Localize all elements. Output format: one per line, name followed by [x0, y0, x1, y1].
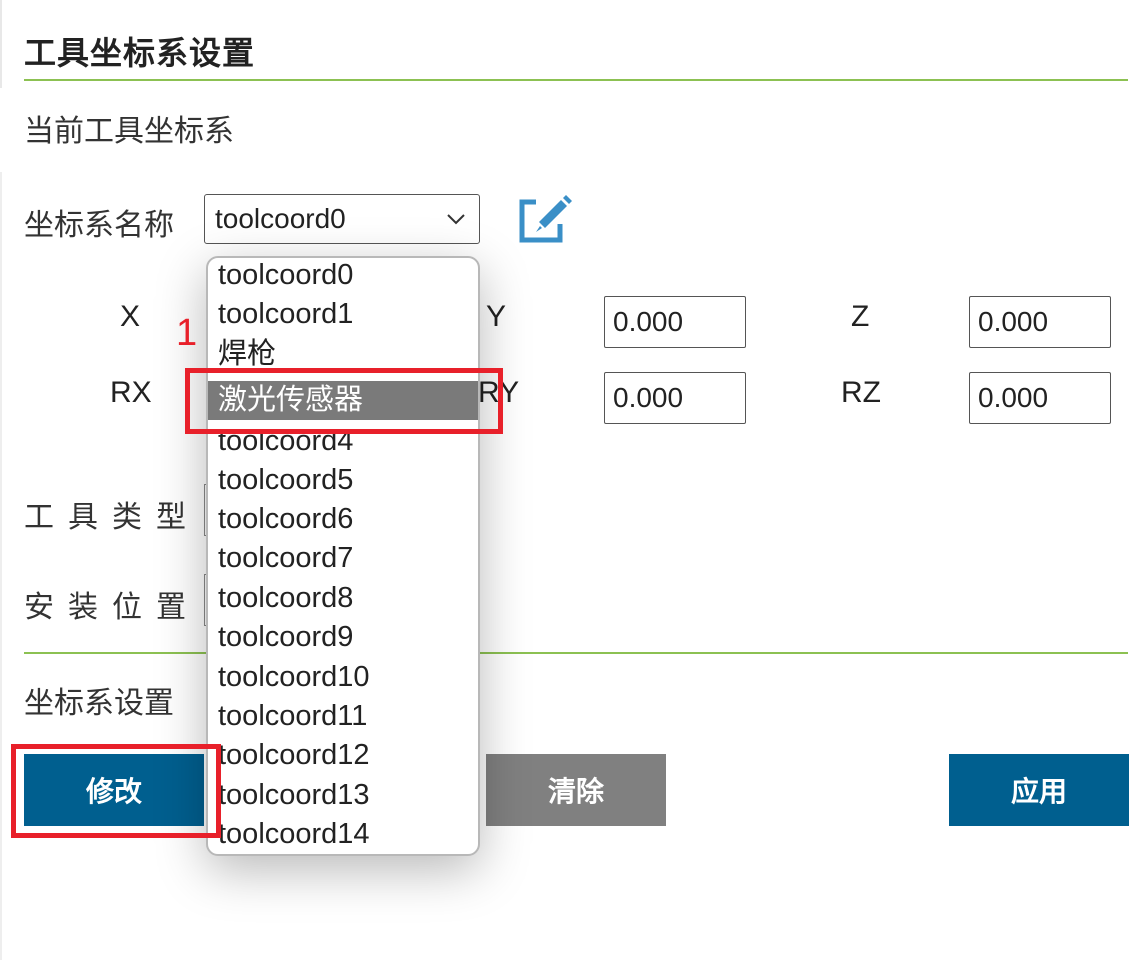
coord-name-dropdown-list: toolcoord0 toolcoord1 焊枪 激光传感器 toolcoord…	[206, 256, 480, 856]
rz-input[interactable]	[969, 372, 1111, 424]
dropdown-option[interactable]: toolcoord5	[208, 461, 478, 500]
annotation-step-number: 1	[176, 312, 198, 354]
dropdown-option[interactable]: toolcoord6	[208, 500, 478, 539]
dropdown-option[interactable]: toolcoord0	[208, 258, 478, 295]
tool-type-label: 工具类型	[24, 501, 200, 534]
dropdown-option[interactable]: toolcoord8	[208, 579, 478, 618]
annotation-highlight-modify	[11, 744, 221, 838]
settings-divider	[24, 652, 1128, 654]
panel-title: 工具坐标系设置	[24, 35, 256, 71]
chevron-down-icon	[447, 214, 465, 225]
install-position-label: 安装位置	[24, 591, 200, 624]
clear-button[interactable]: 清除	[486, 754, 666, 826]
ry-input[interactable]	[604, 372, 746, 424]
rz-label: RZ	[841, 376, 881, 409]
coord-name-select[interactable]: toolcoord0	[204, 194, 480, 244]
dropdown-option[interactable]: toolcoord14	[208, 815, 478, 854]
apply-button[interactable]: 应用	[949, 754, 1129, 826]
title-divider	[24, 79, 1128, 81]
dropdown-option[interactable]: toolcoord1	[208, 295, 478, 334]
coord-name-selected-value: toolcoord0	[215, 203, 346, 234]
coord-name-label: 坐标系名称	[24, 209, 174, 242]
z-label: Z	[851, 300, 870, 333]
annotation-highlight-option	[185, 368, 503, 434]
rx-label: RX	[110, 376, 152, 409]
edit-square-icon[interactable]	[518, 192, 572, 246]
left-border	[0, 172, 2, 960]
y-label: Y	[486, 300, 507, 333]
dropdown-option[interactable]: toolcoord9	[208, 618, 478, 657]
current-coord-heading: 当前工具坐标系	[24, 115, 234, 148]
coord-settings-heading: 坐标系设置	[24, 687, 174, 720]
dropdown-option[interactable]: toolcoord11	[208, 697, 478, 736]
dropdown-option[interactable]: toolcoord12	[208, 736, 478, 775]
z-input[interactable]	[969, 296, 1111, 348]
x-label: X	[120, 300, 141, 333]
dropdown-option[interactable]: toolcoord7	[208, 539, 478, 578]
dropdown-option[interactable]: toolcoord13	[208, 776, 478, 815]
y-input[interactable]	[604, 296, 746, 348]
left-border	[0, 0, 2, 88]
dropdown-option[interactable]: toolcoord10	[208, 658, 478, 697]
